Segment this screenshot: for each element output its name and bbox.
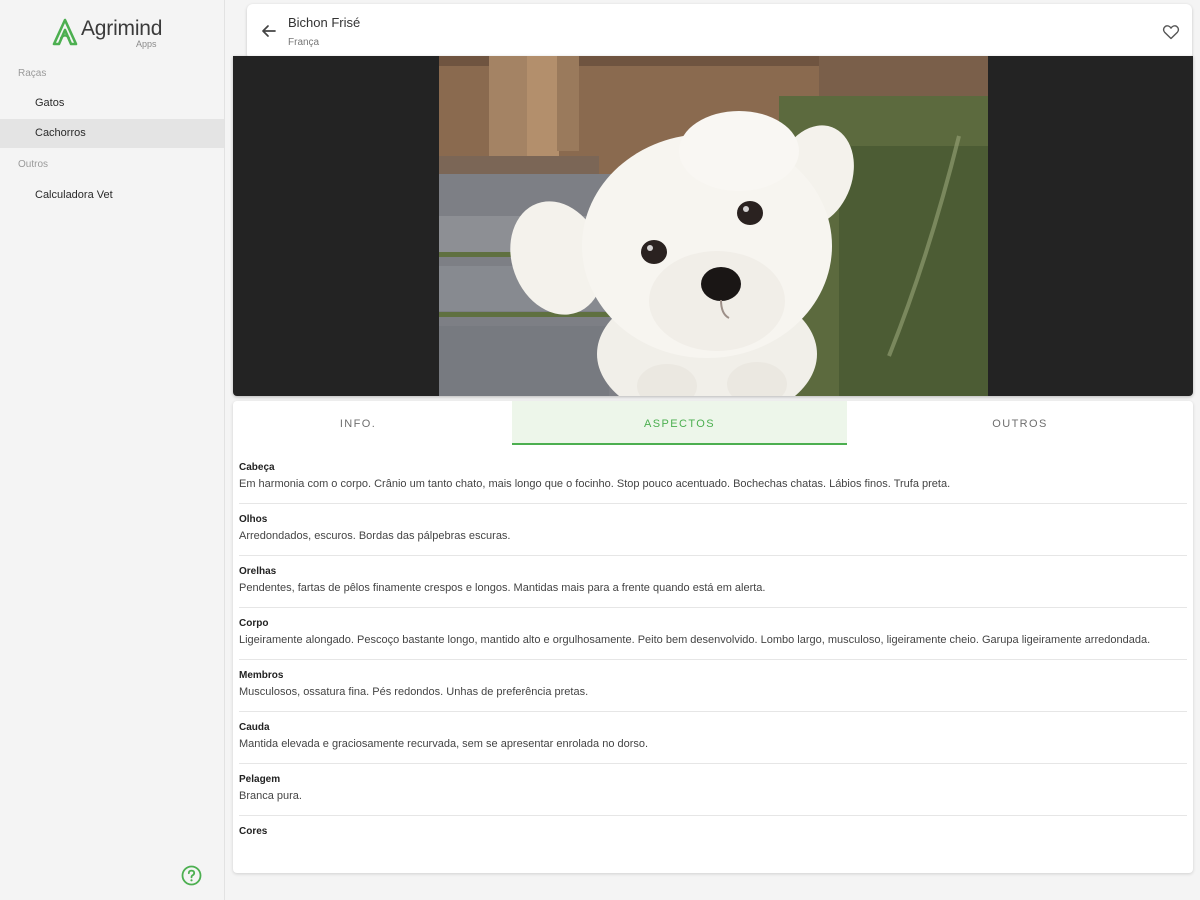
aspect-title: Corpo [239,618,269,629]
tab-bar: INFO. ASPECTOS OUTROS [233,401,1193,445]
arrow-left-icon[interactable] [259,21,279,41]
aspect-text: Em harmonia com o corpo. Crânio um tanto… [239,478,951,490]
list-item: Corpo Ligeiramente alongado. Pescoço bas… [239,615,1187,660]
brand-name: Agrimind [81,17,163,40]
aspect-text: Arredondados, escuros. Bordas das pálpeb… [239,530,511,542]
section-label-outros: Outros [18,159,49,170]
section-label-racas: Raças [18,68,47,79]
list-item: Cauda Mantida elevada e graciosamente re… [239,719,1187,764]
brand-logo-block[interactable]: Agrimind Apps [52,14,212,54]
brand-sub: Apps [136,39,157,49]
heart-outline-icon[interactable] [1162,23,1180,41]
aspect-title: Pelagem [239,774,281,785]
aspect-title: Cores [239,826,268,837]
aspect-title: Orelhas [239,566,277,577]
list-item: Cores [239,823,1187,848]
tab-outros[interactable]: OUTROS [847,401,1193,445]
top-bar: Bichon Frisé França [247,4,1192,60]
agrimind-logo-icon [52,18,78,46]
aspect-title: Cabeça [239,462,275,473]
list-item: Membros Musculosos, ossatura fina. Pés r… [239,667,1187,712]
hero-image-frame [233,56,1193,396]
aspects-list: Cabeça Em harmonia com o corpo. Crânio u… [239,459,1187,855]
tab-aspectos[interactable]: ASPECTOS [512,401,847,445]
aspect-title: Membros [239,670,284,681]
sidebar: Agrimind Apps Raças Gatos Cachorros Outr… [0,0,225,900]
tab-info[interactable]: INFO. [233,401,483,445]
list-item: Orelhas Pendentes, fartas de pêlos finam… [239,563,1187,608]
list-item: Olhos Arredondados, escuros. Bordas das … [239,511,1187,556]
sidebar-item-calculadora-vet[interactable]: Calculadora Vet [0,181,224,210]
aspect-text: Pendentes, fartas de pêlos finamente cre… [239,582,766,594]
aspect-title: Olhos [239,514,268,525]
question-circle-icon[interactable] [181,865,202,886]
aspect-text: Musculosos, ossatura fina. Pés redondos.… [239,686,589,698]
aspect-text: Ligeiramente alongado. Pescoço bastante … [239,634,1151,646]
list-item: Pelagem Branca pura. [239,771,1187,816]
sidebar-item-cachorros[interactable]: Cachorros [0,119,224,148]
dog-photo [439,56,988,396]
page-title: Bichon Frisé [288,15,361,30]
aspect-title: Cauda [239,722,270,733]
details-card: INFO. ASPECTOS OUTROS Cabeça Em harmonia… [233,401,1193,873]
aspect-text: Mantida elevada e graciosamente recurvad… [239,738,649,750]
aspect-text: Branca pura. [239,790,302,802]
sidebar-item-gatos[interactable]: Gatos [0,89,224,118]
page-subtitle: França [288,37,320,48]
list-item: Cabeça Em harmonia com o corpo. Crânio u… [239,459,1187,504]
